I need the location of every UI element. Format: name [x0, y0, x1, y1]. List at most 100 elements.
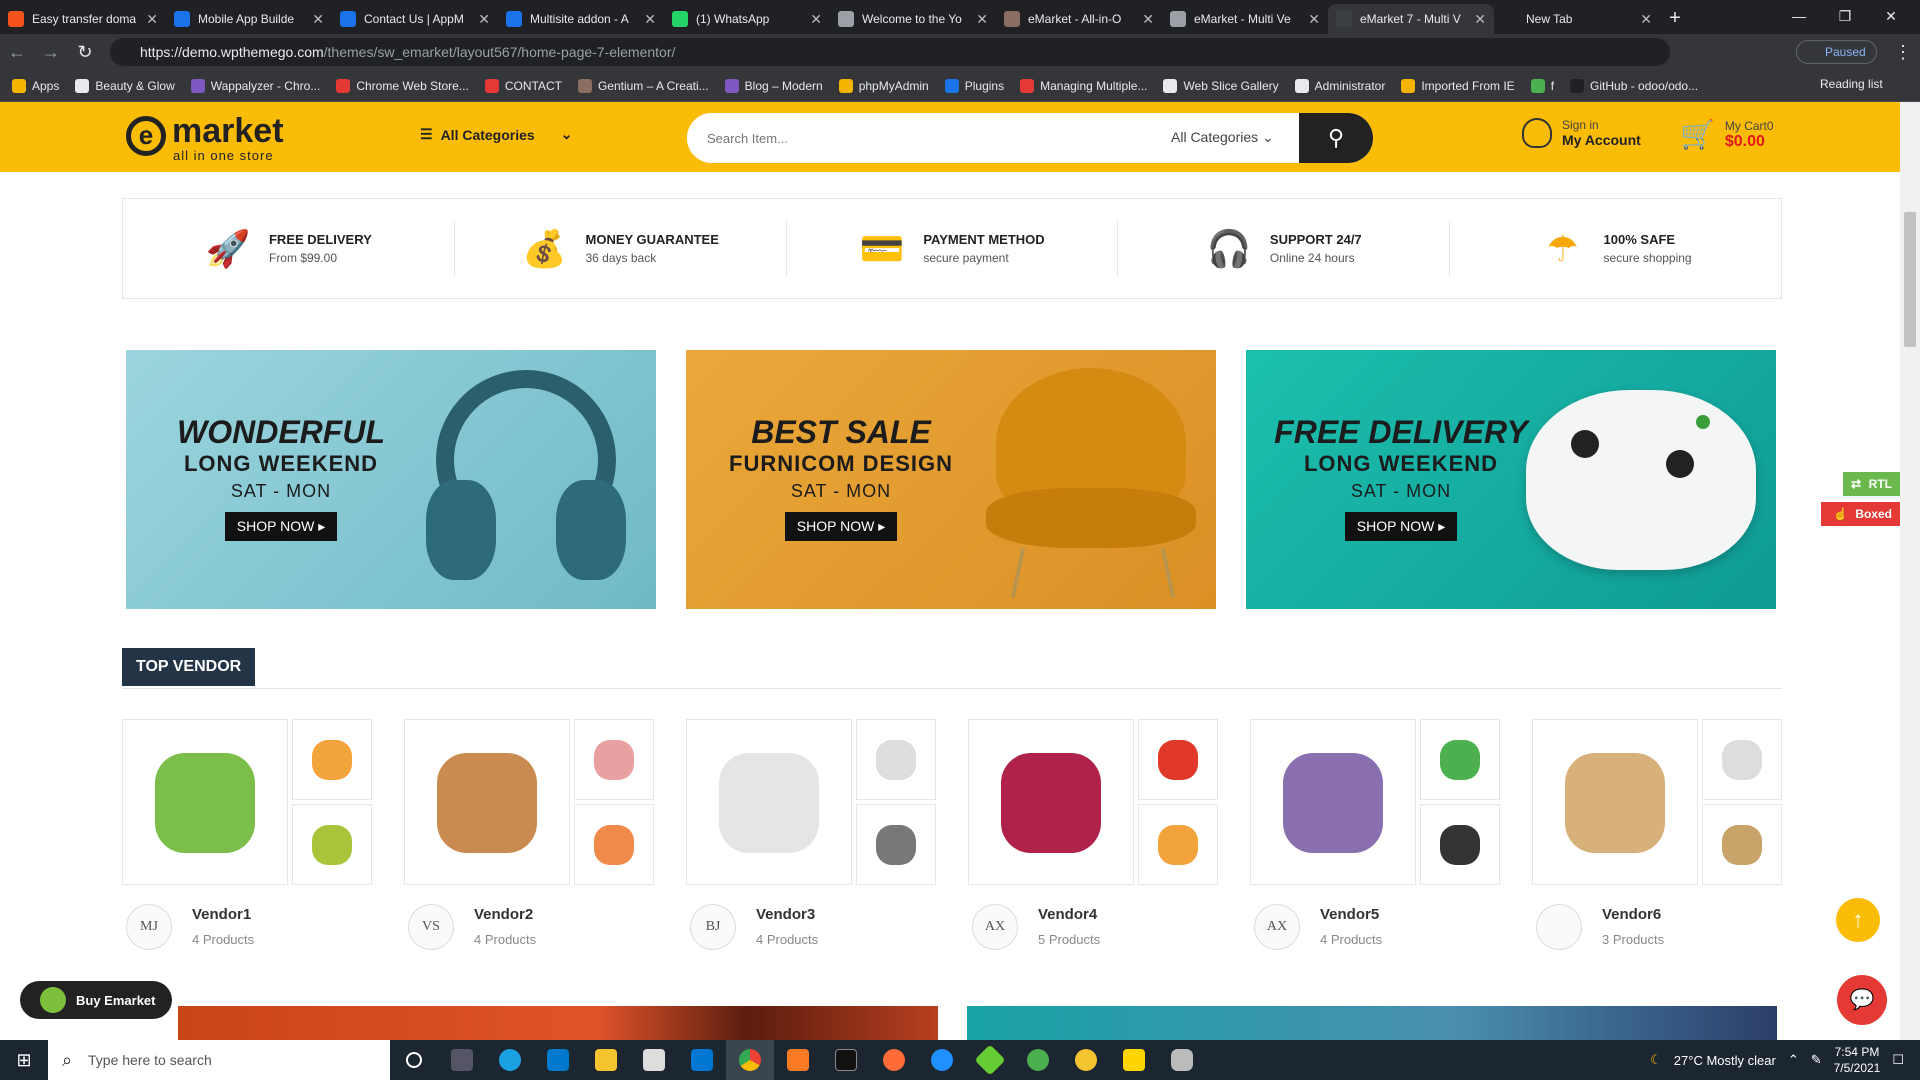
- shop-now-button[interactable]: SHOP NOW ▸: [224, 512, 338, 541]
- vendor-product-thumb[interactable]: [1702, 719, 1782, 800]
- browser-tab[interactable]: eMarket - Multi Ve ✕: [1162, 4, 1328, 34]
- vendor-avatar[interactable]: AX: [972, 904, 1018, 950]
- vendor-avatar[interactable]: VS: [408, 904, 454, 950]
- vendor-product-image[interactable]: [1532, 719, 1698, 885]
- bookmark-item[interactable]: Imported From IE: [1401, 78, 1515, 93]
- tab-close-icon[interactable]: ✕: [1474, 11, 1486, 28]
- sticky-notes-icon[interactable]: [1110, 1040, 1158, 1080]
- chevron-up-icon[interactable]: ⌃: [1788, 1052, 1799, 1068]
- weather-text[interactable]: 27°C Mostly clear: [1674, 1053, 1776, 1068]
- browser-tab[interactable]: New Tab ✕: [1494, 4, 1660, 34]
- browser-tab[interactable]: Contact Us | AppM ✕: [332, 4, 498, 34]
- task-view-icon[interactable]: [438, 1040, 486, 1080]
- vendor-product-thumb[interactable]: [1138, 804, 1218, 885]
- bookmark-item[interactable]: Beauty & Glow: [75, 78, 175, 93]
- filezilla-icon[interactable]: [918, 1040, 966, 1080]
- database-icon[interactable]: [1158, 1040, 1206, 1080]
- vendor-product-thumb[interactable]: [574, 804, 654, 885]
- app-icon[interactable]: [1014, 1040, 1062, 1080]
- page-scrollbar[interactable]: [1900, 102, 1920, 1040]
- windows-start-icon[interactable]: ⊞: [0, 1050, 48, 1071]
- vendor-product-thumb[interactable]: [856, 719, 936, 800]
- vendor-product-thumb[interactable]: [292, 804, 372, 885]
- vendor-name[interactable]: Vendor5: [1320, 906, 1379, 923]
- browser-tab[interactable]: eMarket - All-in-O ✕: [996, 4, 1162, 34]
- bookmark-item[interactable]: Blog – Modern: [724, 78, 823, 93]
- tab-close-icon[interactable]: ✕: [1142, 11, 1154, 28]
- browser-tab[interactable]: (1) WhatsApp ✕: [664, 4, 830, 34]
- scrollbar-thumb[interactable]: [1904, 212, 1916, 347]
- vendor-name[interactable]: Vendor1: [192, 906, 251, 923]
- bookmark-item[interactable]: GitHub - odoo/odo...: [1570, 78, 1698, 93]
- vendor-product-thumb[interactable]: [1420, 719, 1500, 800]
- taskbar-search[interactable]: Type here to search: [48, 1040, 390, 1080]
- bookmark-item[interactable]: Managing Multiple...: [1020, 78, 1147, 93]
- vendor-card[interactable]: Vendor6 3 Products: [1532, 719, 1782, 959]
- close-window-button[interactable]: ✕: [1868, 0, 1914, 34]
- bookmark-item[interactable]: CONTACT: [484, 78, 562, 93]
- vendor-card[interactable]: BJ Vendor3 4 Products: [686, 719, 936, 959]
- tab-close-icon[interactable]: ✕: [312, 11, 324, 28]
- emarket-logo[interactable]: e market all in one store: [126, 110, 316, 163]
- url-field[interactable]: https://demo.wpthemego.com/themes/sw_ema…: [110, 38, 1670, 66]
- browser-tab[interactable]: Multisite addon - A ✕: [498, 4, 664, 34]
- vendor-name[interactable]: Vendor6: [1602, 906, 1661, 923]
- shop-now-button[interactable]: SHOP NOW ▸: [1344, 512, 1458, 541]
- chrome-icon[interactable]: [726, 1040, 774, 1080]
- promo-banner[interactable]: BEST SALE FURNICOM DESIGN SAT - MON SHOP NO…: [686, 350, 1216, 609]
- bookmark-item[interactable]: Administrator: [1294, 78, 1385, 93]
- reading-list[interactable]: Reading list: [1820, 77, 1883, 91]
- minimize-button[interactable]: —: [1776, 0, 1822, 34]
- buy-emarket-button[interactable]: Buy Emarket: [20, 981, 172, 1019]
- bookmark-item[interactable]: Gentium – A Creati...: [577, 78, 709, 93]
- browser-tab[interactable]: eMarket 7 - Multi V ✕: [1328, 4, 1494, 34]
- vendor-product-image[interactable]: [968, 719, 1134, 885]
- store-icon[interactable]: [630, 1040, 678, 1080]
- bookmark-item[interactable]: Plugins: [944, 78, 1004, 93]
- postman-icon[interactable]: [870, 1040, 918, 1080]
- bookmark-item[interactable]: phpMyAdmin: [838, 78, 929, 93]
- tab-close-icon[interactable]: ✕: [976, 11, 988, 28]
- tab-close-icon[interactable]: ✕: [644, 11, 656, 28]
- promo-banner-right[interactable]: [967, 1006, 1777, 1040]
- browser-tab[interactable]: Welcome to the Yo ✕: [830, 4, 996, 34]
- tab-close-icon[interactable]: ✕: [478, 11, 490, 28]
- vendor-card[interactable]: VS Vendor2 4 Products: [404, 719, 654, 959]
- vendor-avatar[interactable]: [1536, 904, 1582, 950]
- file-explorer-icon[interactable]: [582, 1040, 630, 1080]
- vendor-name[interactable]: Vendor3: [756, 906, 815, 923]
- xampp-icon[interactable]: [774, 1040, 822, 1080]
- vendor-name[interactable]: Vendor2: [474, 906, 533, 923]
- vendor-product-thumb[interactable]: [292, 719, 372, 800]
- boxed-toggle[interactable]: ☝ Boxed: [1821, 502, 1900, 526]
- new-tab-button[interactable]: +: [1660, 4, 1690, 34]
- cortana-icon[interactable]: [390, 1040, 438, 1080]
- vendor-card[interactable]: AX Vendor4 5 Products: [968, 719, 1218, 959]
- terminal-icon[interactable]: [822, 1040, 870, 1080]
- tab-close-icon[interactable]: ✕: [1308, 11, 1320, 28]
- search-category-select[interactable]: All Categories ⌄: [1171, 129, 1274, 146]
- vendor-product-image[interactable]: [404, 719, 570, 885]
- git-icon[interactable]: [966, 1040, 1014, 1080]
- promo-banner-left[interactable]: [178, 1006, 938, 1040]
- vendor-avatar[interactable]: BJ: [690, 904, 736, 950]
- restore-button[interactable]: ❐: [1822, 0, 1868, 34]
- vendor-product-image[interactable]: [686, 719, 852, 885]
- vendor-avatar[interactable]: AX: [1254, 904, 1300, 950]
- promo-banner[interactable]: WONDERFUL LONG WEEKEND SAT - MON SHOP NOW ▸: [126, 350, 656, 609]
- tab-close-icon[interactable]: ✕: [1640, 11, 1652, 28]
- bookmark-item[interactable]: Apps: [12, 78, 59, 93]
- tab-close-icon[interactable]: ✕: [146, 11, 158, 28]
- back-icon[interactable]: ←: [0, 42, 34, 63]
- forward-icon[interactable]: →: [34, 42, 68, 63]
- bookmark-item[interactable]: Web Slice Gallery: [1163, 78, 1279, 93]
- menu-icon[interactable]: ⋮: [1886, 42, 1920, 63]
- vendor-product-image[interactable]: [122, 719, 288, 885]
- bookmark-item[interactable]: Wappalyzer - Chro...: [190, 78, 320, 93]
- promo-banner[interactable]: FREE DELIVERY LONG WEEKEND SAT - MON SHOP N…: [1246, 350, 1776, 609]
- vscode-icon[interactable]: [534, 1040, 582, 1080]
- bookmark-item[interactable]: f: [1530, 78, 1554, 93]
- bookmark-item[interactable]: Chrome Web Store...: [336, 78, 469, 93]
- pen-icon[interactable]: ✎: [1811, 1052, 1822, 1068]
- search-input[interactable]: [687, 113, 1167, 163]
